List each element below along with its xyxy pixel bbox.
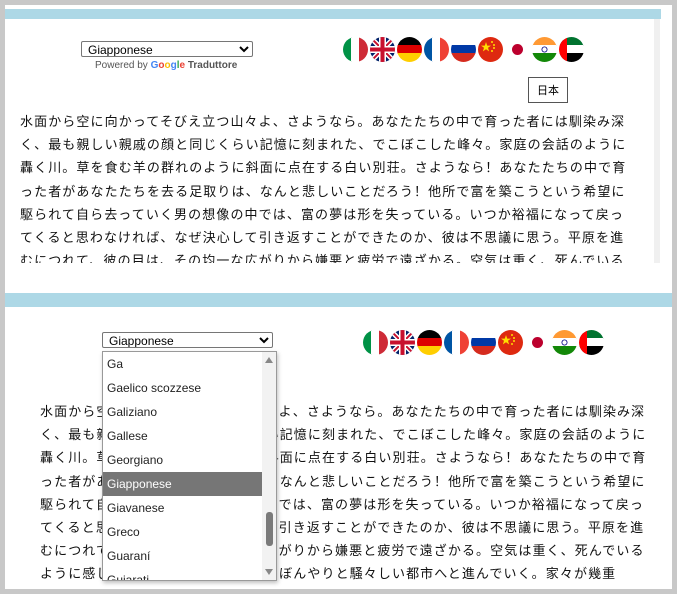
flag-china-icon[interactable] — [498, 330, 523, 355]
translated-text-top: 水面から空に向かってそびえ立つ山々よ、さようなら。あなたたちの中で育った者には馴… — [20, 111, 642, 263]
bottom-panel: Giapponese 水面から空に向かってそびえ立つ山々よ、さようなら。あなたた… — [5, 307, 672, 589]
dropdown-option[interactable]: Gaelico scozzese — [103, 376, 276, 400]
text-line: 轟く川。草を食む羊の群れのように斜面に点在する白い別荘。さようなら！あなたたちの… — [20, 161, 627, 177]
dropdown-option[interactable]: Galiziano — [103, 400, 276, 424]
powered-by-label: Powered by — [95, 60, 148, 71]
screenshot-frame: Giapponese Powered by Google Traduttore … — [5, 5, 672, 589]
text-line: 駆られて自ら去っていく男の想像の中では、富の夢は形を失っている。いつか裕福になっ… — [20, 207, 624, 223]
dropdown-option[interactable]: Greco — [103, 520, 276, 544]
flag-uk-icon[interactable] — [390, 330, 415, 355]
flag-uae-icon[interactable] — [559, 37, 584, 62]
text-line: った者があなたたちを去る足取りは、なんと悲しいことだろう！他所で富を築こうという… — [20, 184, 626, 200]
dropdown-option[interactable]: Gujarati — [103, 568, 276, 580]
dropdown-scroll-thumb[interactable] — [266, 512, 273, 546]
bottom-panel-header-bar — [5, 293, 672, 307]
tooltip-text: 日本 — [537, 84, 559, 97]
dropdown-items: Ga Gaelico scozzese Galiziano Gallese Georgi… — [103, 352, 276, 580]
flag-india-icon[interactable] — [532, 37, 557, 62]
language-flags-top — [343, 37, 584, 62]
flag-france-icon[interactable] — [424, 37, 449, 62]
scroll-down-arrow-icon[interactable] — [265, 569, 273, 575]
flag-uae-icon[interactable] — [579, 330, 604, 355]
dropdown-option[interactable]: Ga — [103, 352, 276, 376]
flag-japan-icon[interactable] — [525, 330, 550, 355]
dropdown-option[interactable]: Giavanese — [103, 496, 276, 520]
flag-italy-icon[interactable] — [343, 37, 368, 62]
translator-link[interactable]: Traduttore — [188, 60, 237, 71]
language-dropdown-list[interactable]: Ga Gaelico scozzese Galiziano Gallese Georgi… — [102, 351, 277, 581]
flag-china-icon[interactable] — [478, 37, 503, 62]
top-panel-header-bar — [5, 9, 661, 19]
text-line: 水面から空に向かってそびえ立つ山々よ、さようなら。あなたたちの中で育った者には馴… — [20, 115, 626, 130]
dropdown-option[interactable]: Georgiano — [103, 448, 276, 472]
dropdown-option[interactable]: Gallese — [103, 424, 276, 448]
language-flags-bottom — [363, 330, 604, 355]
language-select-bottom[interactable]: Giapponese — [102, 332, 273, 348]
flag-france-icon[interactable] — [444, 330, 469, 355]
top-panel-scrollbar[interactable] — [654, 19, 660, 263]
panel-separator — [5, 267, 672, 293]
flag-russia-icon[interactable] — [451, 37, 476, 62]
flag-germany-icon[interactable] — [417, 330, 442, 355]
language-tooltip: 日本 — [528, 77, 568, 103]
flag-japan-icon[interactable] — [505, 37, 530, 62]
text-line: むにつれて、彼の目は、その均一な広がりから嫌悪と疲労で遠ざかる。空気は重く、死ん… — [20, 254, 625, 263]
dropdown-option[interactable]: Giapponese — [103, 472, 276, 496]
flag-germany-icon[interactable] — [397, 37, 422, 62]
google-logo: Google — [150, 60, 186, 71]
scroll-up-arrow-icon[interactable] — [265, 357, 273, 363]
flag-russia-icon[interactable] — [471, 330, 496, 355]
language-select-top[interactable]: Giapponese — [81, 41, 253, 57]
flag-italy-icon[interactable] — [363, 330, 388, 355]
text-line: く、最も親しい親戚の顔と同じくらい記憶に刻まれた、でこぼこした峰々。家庭の会話の… — [20, 138, 627, 154]
dropdown-option[interactable]: Guaraní — [103, 544, 276, 568]
text-line: てくると思わなければ、なぜ決心して引き返すことができたのか、彼は不思議に思う。平… — [20, 231, 625, 247]
top-panel: Giapponese Powered by Google Traduttore … — [10, 19, 652, 263]
dropdown-scrollbar[interactable] — [262, 352, 276, 580]
powered-by-google: Powered by Google Traduttore — [95, 60, 237, 71]
flag-india-icon[interactable] — [552, 330, 577, 355]
flag-uk-icon[interactable] — [370, 37, 395, 62]
